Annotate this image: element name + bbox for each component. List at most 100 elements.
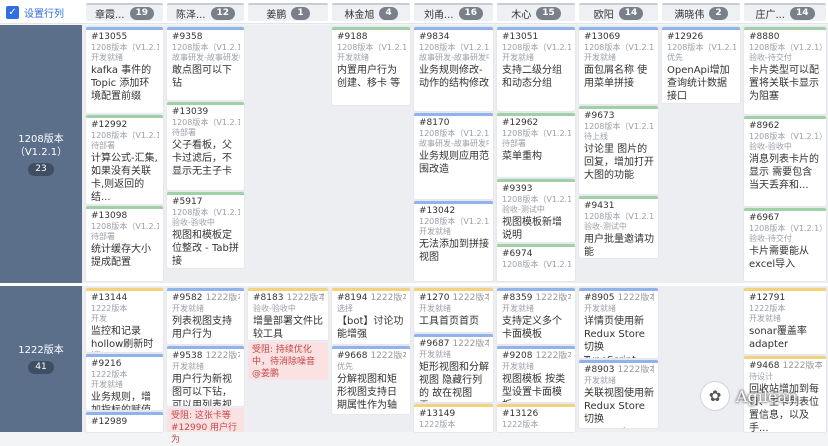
column-count-badge: 14: [618, 6, 644, 20]
card-version: 1222版本: [91, 304, 128, 313]
card-8183[interactable]: #8183 1222版本 验收-验收中 增量部署文件比较工具: [248, 288, 328, 340]
card-title: 用户行为新视图可以下钻，可以用列表视图打...: [172, 374, 232, 406]
card-13042[interactable]: #130421208版本（V1.2.1）开发就绪无法添加到拼接视图: [414, 201, 493, 281]
card-status: 开发就绪: [584, 53, 616, 62]
card-12962[interactable]: #129621208版本（V1.2.1）待部署菜单重构: [497, 113, 575, 177]
column-header-9[interactable]: 庄广... 14: [744, 3, 826, 21]
card-version: 1208版本（V1.2.1）: [749, 224, 822, 233]
card-status: 验收-待交付: [749, 53, 792, 62]
card-id: #6967: [749, 213, 780, 223]
card-status: 开发就绪: [172, 362, 204, 371]
card-13051[interactable]: #130511208版本（V1.2.1）开发就绪支持二级分组和动态分组: [497, 27, 575, 111]
card-13069[interactable]: #130691208版本（V1.2.1）开发就绪面包屑名称 使用菜单拼接: [579, 27, 658, 104]
card-12992[interactable]: #129921208版本（V1.2.1）待部署计算公式-汇集,如果没有关联卡,则…: [86, 115, 163, 204]
card-9358[interactable]: #93581208版本（V1.2.1）故事研发-故事研发中敢点图可以下钻: [167, 27, 244, 100]
card-status: 验收-测试中: [502, 205, 545, 214]
card-id: #13098: [91, 211, 128, 221]
column-header-bar: ✓ 设置行列 章霞... 19 陈泽... 12 姜鹏 1 林金旭 4 刘甬... 16 …: [0, 0, 828, 24]
column-header-4[interactable]: 林金旭 4: [332, 3, 410, 21]
card-title: 用户批量邀请功能: [584, 234, 654, 258]
card-id: #13051: [502, 32, 539, 42]
card-id: #12989: [91, 417, 128, 427]
card-9538[interactable]: #95381222版本开发就绪用户行为新视图可以下钻，可以用列表视图打...: [167, 346, 244, 406]
column-header-1[interactable]: 章霞... 19: [86, 3, 163, 21]
card-version: 1208版本（V1.2.1）: [667, 43, 736, 52]
column-header-3[interactable]: 姜鹏 1: [248, 3, 328, 21]
card-8962[interactable]: #8962 1208版本（V1.2.1） 验收-验收中 消息列表卡片的显示 需要包含当…: [744, 116, 826, 206]
card-id: #9431: [584, 201, 615, 211]
card-6967[interactable]: #6967 1208版本（V1.2.1） 验收-待交付 卡片需要能从excel导入: [744, 208, 826, 281]
card-title: 详情页使用新Redux Store切换TypeScript: [584, 316, 645, 358]
column-name: 刘甬...: [423, 9, 454, 21]
card-version: 1208版本（V1.2.1）: [584, 212, 654, 221]
card-title: 工具首页首页: [419, 316, 479, 327]
column-count-badge: 14: [790, 6, 815, 20]
card-title: 关联视图使用新Redux Store切换TypeScript: [584, 388, 654, 428]
card-id: #13144: [91, 293, 128, 303]
card-9834[interactable]: #98341208版本（V1.2.1）故事研发-故事研发中业务规则修改-动作的结…: [414, 27, 493, 111]
card-9188[interactable]: #91881208版本（V1.2.1）开发就绪内置用户行为 创建、移卡 等: [332, 27, 410, 105]
column-header-6[interactable]: 木心 15: [497, 3, 575, 21]
column-count-badge: 4: [379, 6, 398, 20]
card-8170[interactable]: #81701208版本（V1.2.1）故事研发-故事研发中业务规则应用范围改造: [414, 113, 493, 199]
swimlane-count-badge: 23: [28, 162, 54, 176]
card-id: #8880: [749, 32, 780, 42]
card-9208[interactable]: #92081222版本开发就绪视图模板 按类型设置卡面模板: [497, 346, 575, 402]
card-13055[interactable]: #130551208版本（V1.2.1）开发就绪 kafka 事件的Topic 添…: [86, 27, 163, 113]
card-9216[interactable]: #92161222版本开发就绪业务规则，增加指标的赋值: [86, 354, 163, 410]
card-8903[interactable]: #89031222版本开发就绪关联视图使用新Redux Store切换TypeS…: [579, 360, 658, 428]
card-id: #81941222版本: [337, 293, 406, 303]
card-status: 开发就绪: [337, 53, 369, 62]
card-12989[interactable]: #12989: [86, 412, 163, 432]
card-9668[interactable]: #96681222版本优先分解视图和矩形视图支持日期属性作为轴: [332, 346, 410, 414]
card-6974[interactable]: #69741208版本（V1.2.1）: [497, 244, 575, 281]
column-header-7[interactable]: 欧阳 14: [579, 3, 658, 21]
card-8880[interactable]: #8880 1208版本（V1.2.1） 验收-待交付 卡片类型可以配置将关联卡显示为…: [744, 27, 826, 114]
card-8905[interactable]: #89051222版本开发就绪详情页使用新Redux Store切换TypeSc…: [579, 288, 658, 358]
card-13126[interactable]: #13126 1222版本: [497, 404, 575, 432]
row-column-settings-toggle[interactable]: ✓ 设置行列: [6, 5, 64, 20]
card-id: #9216: [91, 359, 122, 369]
card-5917[interactable]: #59171208版本（V1.2.1）验收-验收中视图和模板定位整改 - Tab…: [167, 192, 244, 268]
card-13039[interactable]: #130391208版本（V1.2.1）待部署父子看板，父卡过滤后，不显示无主子…: [167, 102, 244, 190]
card-12791[interactable]: #12791 1222版本 开发就绪 sonar覆盖率adapter: [744, 288, 826, 354]
column-name: 木心: [511, 9, 532, 21]
card-1270[interactable]: #12701222版本开发就绪工具首页首页: [414, 288, 493, 332]
column-header-8[interactable]: 满晓伟 2: [662, 3, 740, 21]
card-title: 视图模板新增说明: [502, 217, 562, 241]
card-id: #92081222版本: [502, 351, 571, 361]
card-9687[interactable]: #96871222版本开发就绪矩形视图和分解视图 隐藏行列的 故在视图需...: [414, 334, 493, 402]
card-9393[interactable]: #93931208版本（V1.2.1）验收-测试中视图模板新增说明: [497, 179, 575, 242]
card-title: 计算公式-汇集,如果没有关联卡,则返回的结...: [91, 153, 158, 203]
card-id: #13039: [172, 107, 209, 117]
card-12926[interactable]: #129261208版本（V1.2.1）优先 OpenApi增加查询统计数据接口: [662, 27, 740, 103]
card-id: #9358: [172, 32, 203, 42]
card-id: #9393: [502, 184, 533, 194]
card-version: 1208版本（V1.2.1）: [91, 222, 159, 231]
card-title: 卡片需要能从excel导入: [749, 246, 809, 270]
card-title: 矩形视图和分解视图 隐藏行列的 故在视图需...: [419, 362, 489, 402]
card-9582[interactable]: #95821222版本开发就绪列表视图支持 用户行为: [167, 288, 244, 344]
swimlane-header-1208[interactable]: 1208版本（V1.2.1） 23: [0, 25, 82, 283]
card-13144[interactable]: #131441222版本开发监控和记录hollow刷新时间: [86, 288, 163, 352]
card-status: 开发就绪: [502, 53, 534, 62]
card-13098[interactable]: #130981208版本（V1.2.1）待部署统计缓存大小提成配置: [86, 206, 163, 281]
card-9673[interactable]: #96731208版本（V1.2.1）待上线讨论里 图片的回复，增加打开大图的功…: [579, 106, 658, 194]
card-version: 1208版本（V1.2.1）: [91, 131, 159, 140]
swimlane-header-1222[interactable]: 1222版本 41: [0, 286, 82, 432]
blocked-note: 受阻: 持续优化中，待消除噪音 @姜鹏: [248, 342, 328, 380]
column-header-5[interactable]: 刘甬... 16: [414, 3, 493, 21]
column-header-2[interactable]: 陈泽... 12: [167, 3, 244, 21]
card-8194[interactable]: #81941222版本选择【bot】讨论功能增强: [332, 288, 410, 344]
card-title: 讨论里 图片的回复，增加打开大图的功能: [584, 144, 654, 181]
card-status: 开发就绪: [749, 314, 781, 323]
column-count-badge: 19: [129, 6, 155, 20]
card-title: 消息列表卡片的显示 需要包含当天丢弃和...: [749, 154, 819, 191]
card-status: 待部署: [91, 141, 115, 150]
card-9431[interactable]: #94311208版本（V1.2.1）验收-测试中用户批量邀请功能: [579, 196, 658, 258]
column-name: 章霞...: [94, 9, 125, 21]
checkbox-checked-icon[interactable]: ✓: [6, 5, 19, 19]
card-title: 支持二级分组和动态分组: [502, 65, 562, 89]
card-8359[interactable]: #83591222版本开发就绪支持定义多个卡面模板: [497, 288, 575, 344]
card-13149[interactable]: #13149 1222版本: [414, 404, 493, 432]
